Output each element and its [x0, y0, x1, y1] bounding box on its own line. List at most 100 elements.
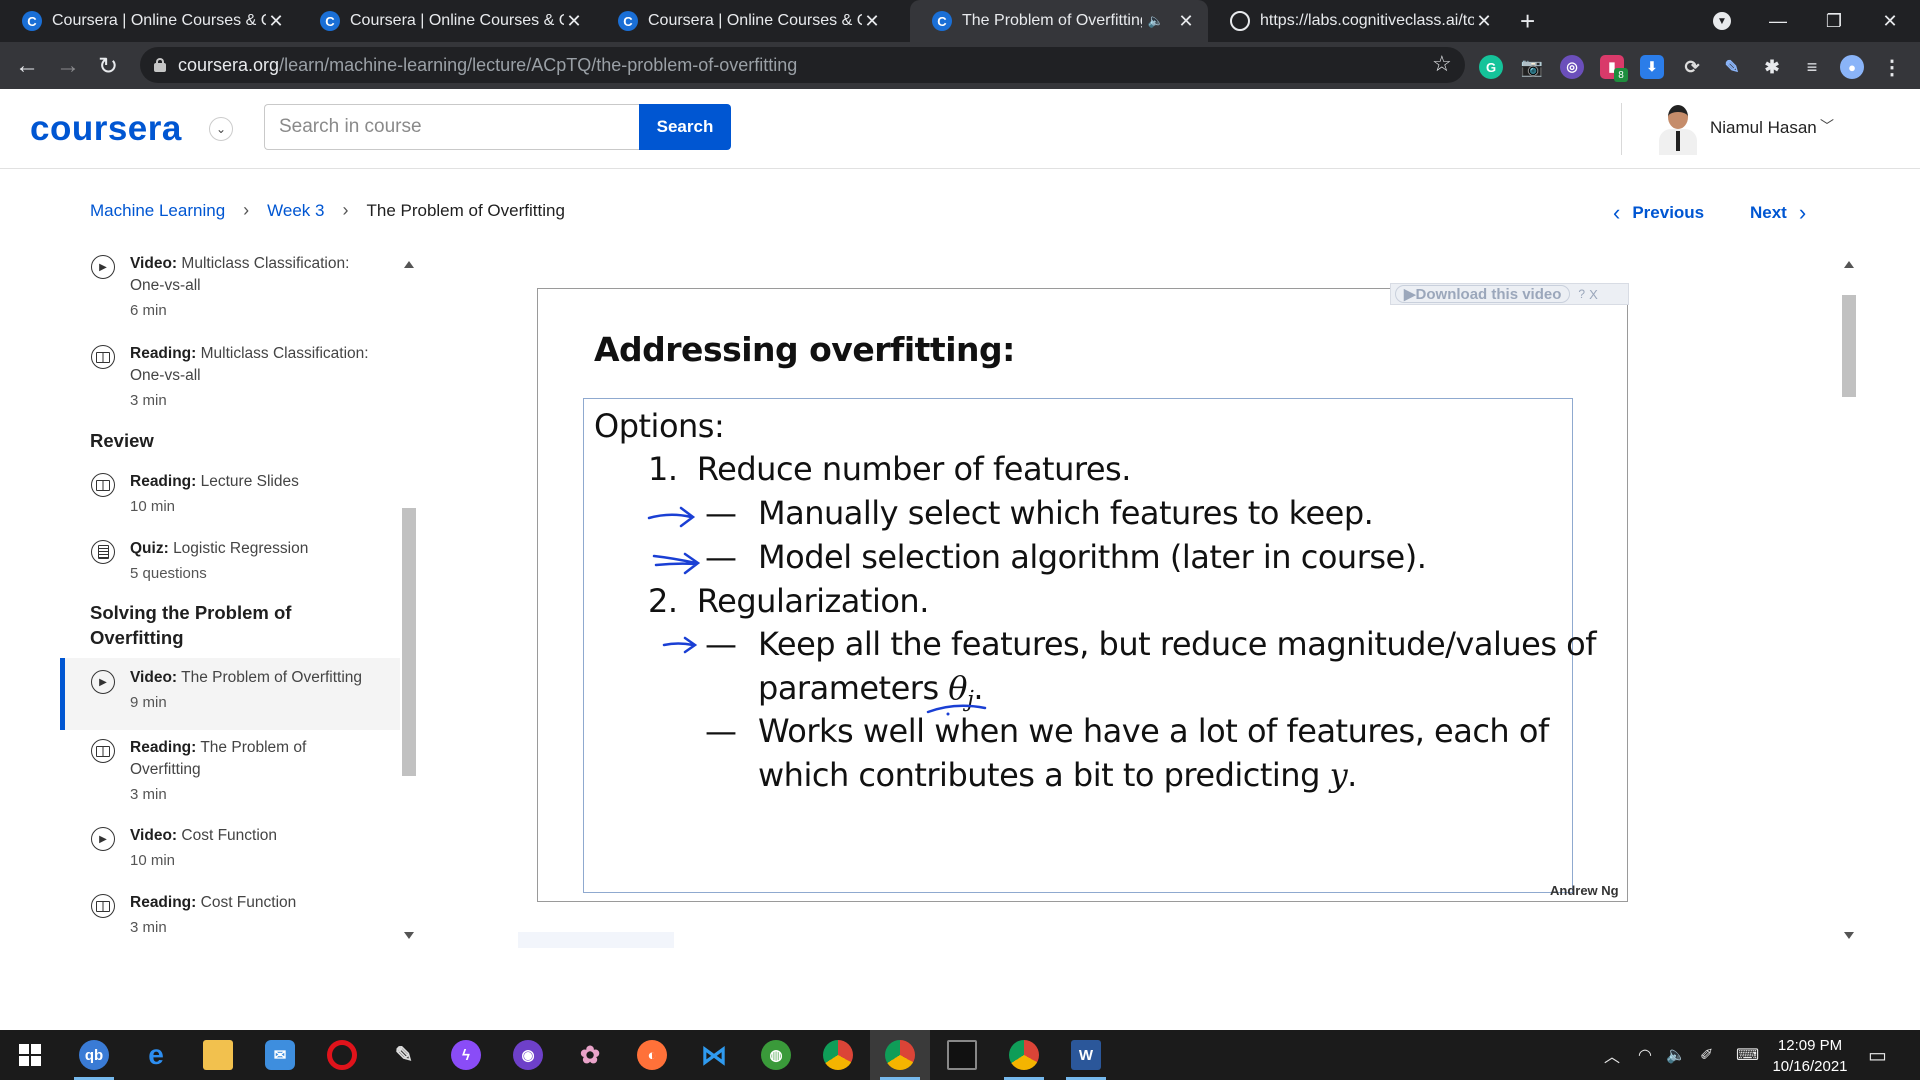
- previous-button[interactable]: ‹ Previous: [1613, 200, 1704, 226]
- inkscape-icon[interactable]: ✎: [374, 1030, 434, 1080]
- bookmark-star-icon[interactable]: ☆: [1432, 51, 1452, 77]
- coursera-icon: C: [320, 11, 340, 31]
- ink-arrow-icon: [647, 506, 696, 528]
- close-tab-icon[interactable]: ✕: [862, 11, 882, 32]
- new-tab-plus-icon[interactable]: +: [1520, 6, 1535, 37]
- chrome-menu-icon[interactable]: ⋮: [1880, 55, 1904, 79]
- breadcrumb-course[interactable]: Machine Learning: [90, 201, 225, 221]
- sidebar-item-video[interactable]: ▶ Video: Cost Function 10 min: [60, 825, 400, 881]
- extension-globe-icon[interactable]: ◎: [1560, 55, 1584, 79]
- system-clock[interactable]: 12:09 PM 10/16/2021: [1765, 1035, 1855, 1077]
- avatar[interactable]: [1655, 103, 1701, 155]
- tray-chevron-up-icon[interactable]: ︿: [1604, 1030, 1620, 1080]
- firefox-icon[interactable]: ◐: [622, 1030, 682, 1080]
- browser-tab-strip: C Coursera | Online Courses & Credential…: [0, 0, 1920, 42]
- sidebar-item-reading[interactable]: Reading: The Problem of Overfitting 3 mi…: [60, 737, 400, 813]
- main-scrollbar[interactable]: [1840, 255, 1858, 945]
- coursera-header: coursera ⌄ Search Niamul Hasan ﹀: [0, 89, 1920, 169]
- scrollbar-thumb[interactable]: [402, 508, 416, 776]
- address-bar[interactable]: coursera.org/learn/machine-learning/lect…: [140, 47, 1465, 83]
- speaker-icon[interactable]: 🔈: [1148, 13, 1164, 29]
- tab-search-icon[interactable]: ▼: [1694, 0, 1750, 42]
- edge-icon[interactable]: e: [126, 1030, 186, 1080]
- chevron-down-icon[interactable]: ﹀: [1820, 116, 1834, 136]
- sidebar-scrollbar[interactable]: [400, 255, 418, 945]
- scroll-down-arrow-icon[interactable]: [404, 932, 414, 939]
- puzzle-extensions-icon[interactable]: ✱: [1760, 55, 1784, 79]
- file-explorer-icon[interactable]: [188, 1030, 248, 1080]
- scroll-up-arrow-icon[interactable]: [404, 261, 414, 268]
- search-button[interactable]: Search: [639, 104, 731, 150]
- lock-icon[interactable]: [154, 58, 166, 72]
- vscode-icon[interactable]: ⋈: [684, 1030, 744, 1080]
- browser-tab[interactable]: C Coursera | Online Courses & Credential…: [596, 0, 894, 42]
- sidebar-item-video[interactable]: ▶ Video: Multiclass Classification: One-…: [60, 255, 400, 331]
- scrollbar-thumb[interactable]: [1842, 295, 1856, 397]
- breadcrumb-week[interactable]: Week 3: [267, 201, 324, 221]
- camera-icon[interactable]: 📷: [1520, 55, 1544, 79]
- pinwheel-app-icon[interactable]: ✿: [560, 1030, 620, 1080]
- chrome-profile-icon[interactable]: [808, 1030, 868, 1080]
- sidebar-item-quiz[interactable]: Quiz: Logistic Regression 5 questions: [60, 538, 400, 594]
- wifi-icon[interactable]: ◠: [1638, 1030, 1652, 1080]
- windows-start-icon[interactable]: [0, 1030, 60, 1080]
- opera-icon[interactable]: [312, 1030, 372, 1080]
- close-tab-icon[interactable]: ✕: [1176, 11, 1196, 32]
- terminal-icon[interactable]: [932, 1030, 992, 1080]
- forward-arrow-icon[interactable]: →: [53, 51, 83, 81]
- scroll-down-arrow-icon[interactable]: [1844, 932, 1854, 939]
- github-icon[interactable]: ◉: [498, 1030, 558, 1080]
- browser-tab-active[interactable]: C The Problem of Overfitting | Coursera …: [910, 0, 1208, 42]
- download-extension-icon[interactable]: ⬇: [1640, 55, 1664, 79]
- minimize-icon[interactable]: —: [1750, 0, 1806, 42]
- user-name[interactable]: Niamul Hasan: [1710, 118, 1817, 138]
- notification-icon[interactable]: ▭: [1868, 1030, 1887, 1080]
- browser-tab[interactable]: C Coursera | Online Courses & Credential…: [0, 0, 298, 42]
- sync-extension-icon[interactable]: ⟳: [1680, 55, 1704, 79]
- sidebar-item-video-active[interactable]: ▶ Video: The Problem of Overfitting 9 mi…: [60, 658, 400, 730]
- qb-app-icon[interactable]: qb: [64, 1030, 124, 1080]
- profile-avatar-icon[interactable]: ●: [1840, 55, 1864, 79]
- close-tab-icon[interactable]: ✕: [266, 11, 286, 32]
- play-triangle-icon: ▶: [1404, 286, 1416, 303]
- pen-extension-icon[interactable]: ✎: [1720, 55, 1744, 79]
- windows-taskbar: qb e ✉ ✎ ϟ ◉ ✿ ◐ ⋈ ◍ W ︿ ◠ 🔈 ✐ ⌨ 12:09 P…: [0, 1030, 1920, 1080]
- ink-underline: [926, 704, 987, 716]
- scroll-up-arrow-icon[interactable]: [1844, 261, 1854, 268]
- pen-icon[interactable]: ✐: [1700, 1030, 1713, 1080]
- download-video-bar[interactable]: ▶ Download this video ? X: [1390, 283, 1629, 305]
- next-button[interactable]: Next ›: [1750, 200, 1806, 226]
- back-arrow-icon[interactable]: ←: [12, 51, 42, 81]
- map-app-icon[interactable]: ◍: [746, 1030, 806, 1080]
- ink-arrow-icon: [652, 552, 701, 575]
- chrome-profile-icon[interactable]: [994, 1030, 1054, 1080]
- slide-item-2: 2. Regularization.: [648, 582, 929, 620]
- sidebar-item-reading[interactable]: Reading: Multiclass Classification: One-…: [60, 343, 400, 419]
- chrome-active-icon[interactable]: [870, 1030, 930, 1080]
- download-video-button[interactable]: ▶ Download this video: [1395, 285, 1571, 303]
- chevron-down-icon[interactable]: ⌄: [209, 117, 233, 141]
- book-icon: [91, 739, 115, 763]
- browser-tab[interactable]: C Coursera | Online Courses & Credential…: [298, 0, 596, 42]
- coursera-logo[interactable]: coursera: [30, 109, 182, 149]
- volume-icon[interactable]: 🔈: [1666, 1030, 1686, 1080]
- slide-item-1a: Manually select which features to keep.: [758, 494, 1374, 532]
- help-icon[interactable]: ?: [1578, 287, 1585, 301]
- restore-icon[interactable]: ❐: [1806, 0, 1862, 42]
- word-icon[interactable]: W: [1056, 1030, 1116, 1080]
- sidebar-item-reading[interactable]: Reading: Cost Function 3 min: [60, 892, 400, 945]
- grammarly-icon[interactable]: G: [1479, 55, 1503, 79]
- close-window-icon[interactable]: ✕: [1862, 0, 1918, 42]
- close-tab-icon[interactable]: ✕: [564, 11, 584, 32]
- keyboard-icon[interactable]: ⌨: [1736, 1030, 1759, 1080]
- browser-tab[interactable]: https://labs.cognitiveclass.ai/tools ✕: [1208, 0, 1506, 42]
- sidebar-item-reading[interactable]: Reading: Lecture Slides 10 min: [60, 471, 400, 527]
- media-control-icon[interactable]: ≡: [1800, 55, 1824, 79]
- close-tab-icon[interactable]: ✕: [1474, 11, 1494, 32]
- close-icon[interactable]: X: [1589, 287, 1598, 302]
- messenger-icon[interactable]: ϟ: [436, 1030, 496, 1080]
- reload-icon[interactable]: ↻: [93, 51, 123, 81]
- search-input[interactable]: [264, 104, 640, 150]
- url-text[interactable]: coursera.org/learn/machine-learning/lect…: [178, 55, 797, 76]
- mail-icon[interactable]: ✉: [250, 1030, 310, 1080]
